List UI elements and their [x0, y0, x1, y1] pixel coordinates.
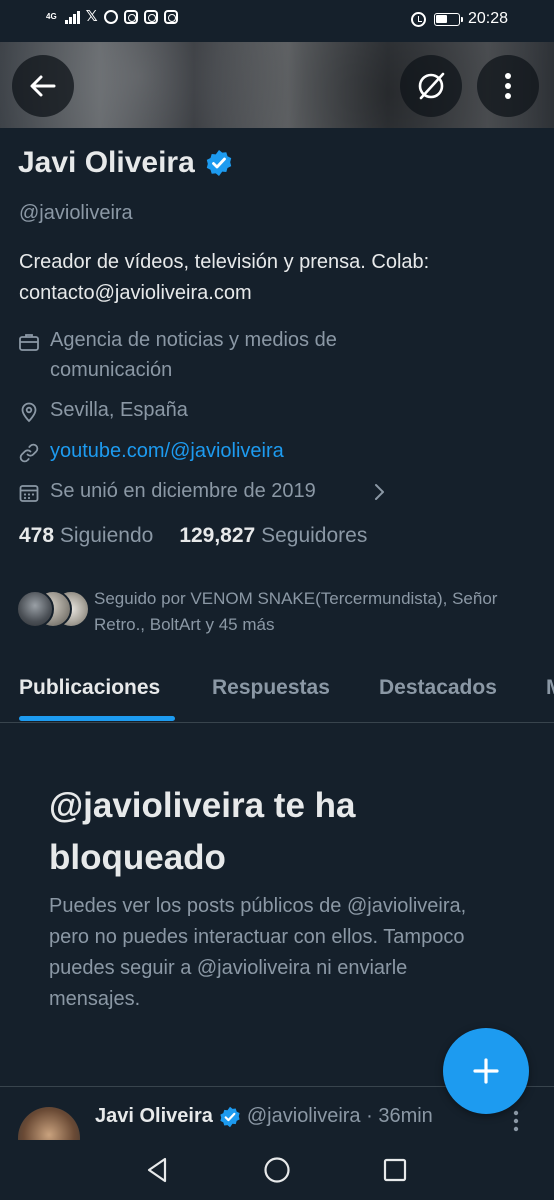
- profile-name-row: Javi Oliveira: [18, 146, 233, 180]
- location-pin-icon: [21, 402, 37, 423]
- avatar: [16, 590, 54, 628]
- following-link[interactable]: 478 Siguiendo: [19, 524, 153, 548]
- blocked-title: @javioliveira te ha bloqueado: [49, 786, 356, 877]
- plus-icon: [473, 1058, 499, 1084]
- grok-icon: [418, 72, 445, 100]
- nav-home-icon[interactable]: [262, 1155, 292, 1185]
- profile-joined[interactable]: Se unió en diciembre de 2019: [18, 476, 438, 506]
- post-meta: @javioliveira · 36min: [246, 1105, 433, 1127]
- following-label: Siguiendo: [59, 524, 154, 547]
- briefcase-icon: [19, 334, 39, 351]
- followers-label: Seguidores: [261, 524, 368, 547]
- followed-by[interactable]: Seguido por VENOM SNAKE(Tercermundista),…: [16, 586, 536, 638]
- tab-more[interactable]: M: [546, 676, 554, 700]
- more-vertical-icon[interactable]: [512, 1109, 520, 1133]
- profile-category: Agencia de noticias y medios de comunica…: [18, 325, 518, 387]
- instagram-icon: [163, 10, 178, 24]
- more-options-button[interactable]: [477, 55, 539, 117]
- battery-icon: [433, 12, 463, 26]
- profile-location: Sevilla, España: [18, 395, 418, 425]
- verified-badge-icon[interactable]: [205, 149, 233, 177]
- nav-recents-icon[interactable]: [380, 1155, 410, 1185]
- followers-link[interactable]: 129,827 Seguidores: [179, 524, 367, 548]
- nav-back-icon[interactable]: [143, 1155, 173, 1185]
- network-type: 4G: [46, 12, 57, 21]
- profile-banner[interactable]: [0, 42, 554, 128]
- x-app-icon: 𝕏: [85, 8, 98, 25]
- instagram-icon: [123, 10, 138, 24]
- avatar[interactable]: [18, 1107, 80, 1140]
- profile-website[interactable]: youtube.com/@javioliveira: [18, 436, 418, 466]
- signal-icon: [64, 10, 80, 24]
- post-header: Javi Oliveira @javioliveira · 36min: [95, 1105, 433, 1128]
- compose-button[interactable]: [443, 1028, 529, 1114]
- chevron-right-icon: [375, 484, 384, 500]
- verified-badge-icon: [220, 1106, 240, 1127]
- profile-bio: Creador de vídeos, televisión y prensa. …: [19, 251, 430, 304]
- profile-name: Javi Oliveira: [18, 146, 195, 179]
- tab-destacados[interactable]: Destacados: [379, 676, 497, 700]
- instagram-icon: [143, 10, 158, 24]
- active-tab-indicator: [19, 716, 175, 721]
- category-text: Agencia de noticias y medios de comunica…: [50, 329, 337, 381]
- followers-count: 129,827: [179, 524, 256, 547]
- grok-button[interactable]: [400, 55, 462, 117]
- following-count: 478: [19, 524, 55, 547]
- tab-publicaciones[interactable]: Publicaciones: [19, 676, 160, 700]
- calendar-icon: [19, 485, 39, 502]
- location-text: Sevilla, España: [50, 399, 188, 421]
- status-bar: 4G 𝕏 20:28: [0, 0, 554, 42]
- back-button[interactable]: [12, 55, 74, 117]
- followed-by-text: Seguido por VENOM SNAKE(Tercermundista),…: [94, 589, 498, 634]
- blocked-message: Puedes ver los posts públicos de @javiol…: [49, 895, 467, 1010]
- whatsapp-icon: [103, 10, 118, 24]
- system-navigation-bar: [0, 1140, 554, 1200]
- follower-avatars: [16, 590, 90, 630]
- post-author-name[interactable]: Javi Oliveira: [95, 1105, 213, 1128]
- website-link[interactable]: youtube.com/@javioliveira: [50, 436, 284, 466]
- more-vertical-icon: [505, 73, 511, 99]
- joined-text: Se unió en diciembre de 2019: [50, 480, 316, 502]
- tab-respuestas[interactable]: Respuestas: [212, 676, 330, 700]
- follow-stats: 478 Siguiendo 129,827 Seguidores: [19, 524, 367, 548]
- link-icon: [19, 443, 39, 463]
- arrow-left-icon: [30, 75, 56, 97]
- profile-tabs: Publicaciones Respuestas Destacados M: [0, 666, 554, 723]
- profile-handle: @javioliveira: [19, 202, 133, 224]
- alarm-icon: [410, 11, 426, 27]
- clock: 20:28: [467, 10, 508, 27]
